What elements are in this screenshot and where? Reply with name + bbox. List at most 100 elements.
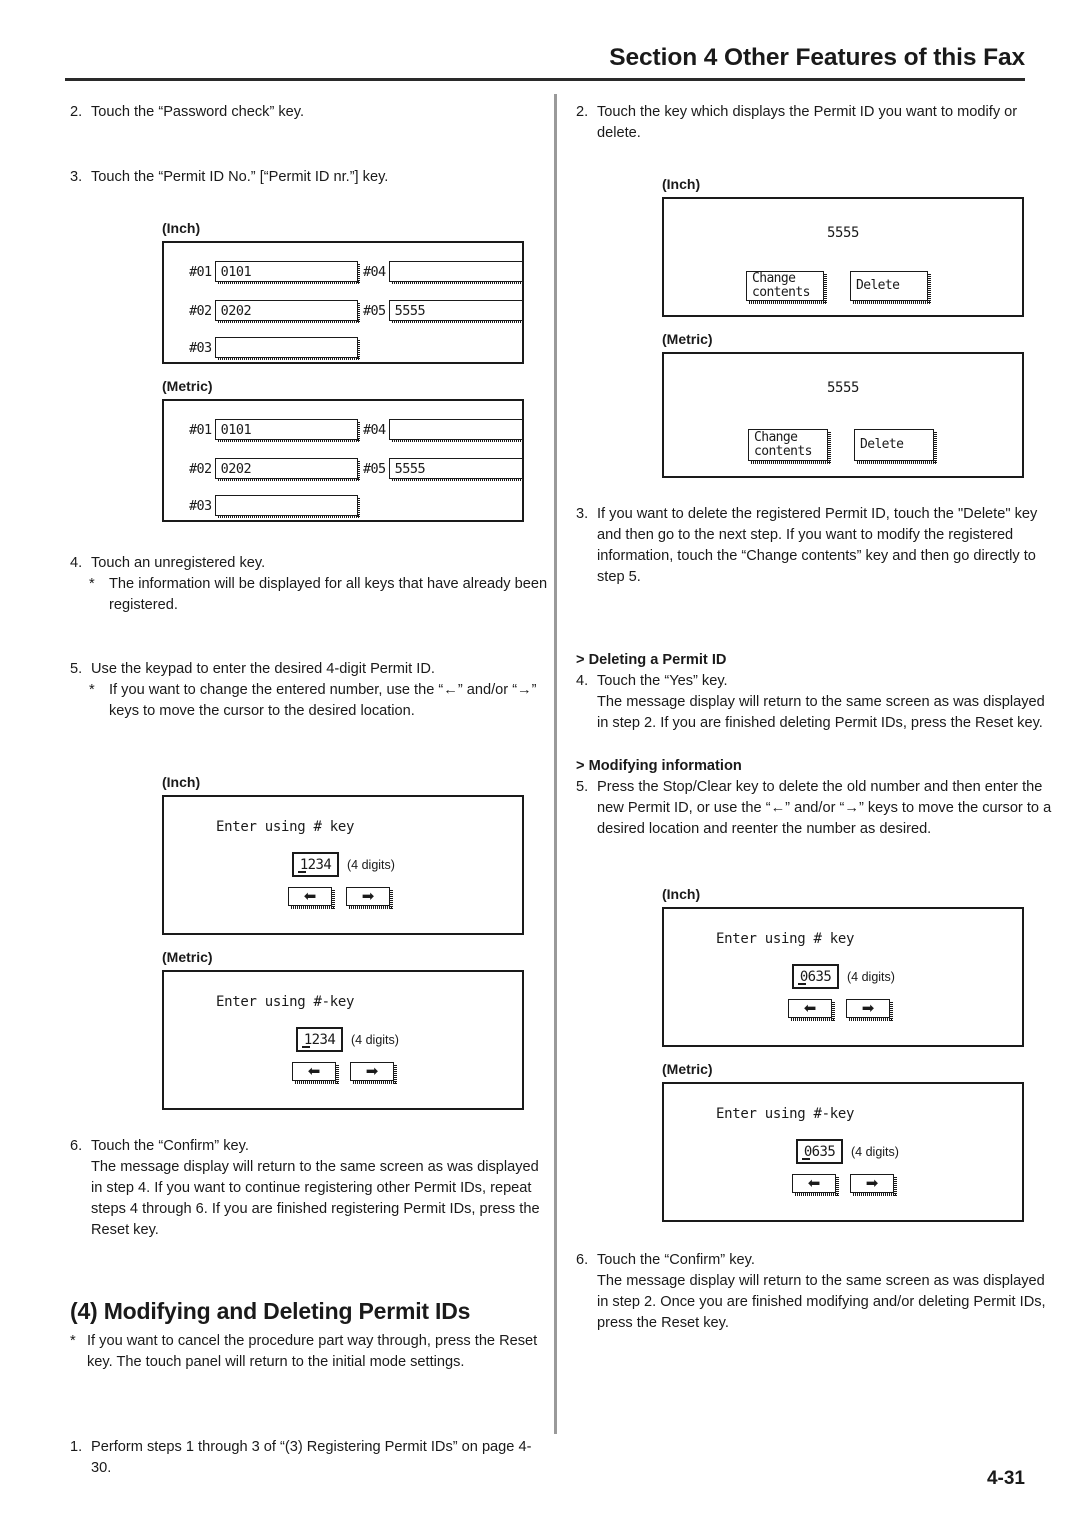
- permit-key-box[interactable]: 0202: [214, 300, 360, 323]
- left-step-6-body: The message display will return to the s…: [91, 1159, 540, 1238]
- figure-label-metric: (Metric): [662, 331, 713, 347]
- arrow-right-glyph: ➡: [365, 1062, 379, 1080]
- right-step-3-number: 3.: [576, 506, 589, 522]
- permit-key-box[interactable]: 0202: [214, 458, 360, 481]
- arrow-left-glyph: ⬅: [307, 1062, 321, 1080]
- right-step-2-number: 2.: [576, 104, 589, 120]
- permit-key-label: #01: [189, 263, 212, 280]
- permit-key-label: #05: [363, 302, 386, 319]
- entry-figure-metric-right: (Metric) Enter using #-key 0635 (4 digit…: [662, 1059, 1056, 1222]
- cursor-left-icon[interactable]: ⬅: [288, 887, 335, 909]
- figure-label-metric: (Metric): [662, 1061, 713, 1077]
- permit-key-box[interactable]: 5555: [388, 458, 522, 481]
- change-contents-button[interactable]: Change contents: [748, 429, 831, 464]
- permit-key-row[interactable]: #01 0101: [189, 261, 360, 284]
- permit-key-row[interactable]: #04: [363, 261, 522, 284]
- cursor-right-icon[interactable]: ➡: [350, 1062, 397, 1084]
- permit-key-box[interactable]: [388, 419, 522, 442]
- lcd-entry-metric-right: Enter using #-key 0635 (4 digits) ⬅ ➡: [662, 1082, 1024, 1222]
- permit-id-display: 5555: [826, 380, 860, 396]
- left-step-6-number: 6.: [70, 1138, 83, 1154]
- permit-key-row[interactable]: #03: [189, 495, 360, 518]
- permit-id-input[interactable]: 1234: [296, 1027, 343, 1052]
- permit-key-label: #04: [363, 421, 386, 438]
- cursor-left-icon[interactable]: ⬅: [792, 1174, 839, 1196]
- left-step-5-note: * If you want to change the entered numb…: [70, 680, 550, 722]
- permit-key-row[interactable]: #04: [363, 419, 522, 442]
- permit-id-value: 0635: [799, 968, 832, 985]
- permit-key-box[interactable]: 0101: [214, 261, 360, 284]
- left-step-4-note: * The information will be displayed for …: [70, 574, 550, 616]
- delete-button[interactable]: Delete: [850, 271, 931, 304]
- entry-prompt: Enter using #-key: [216, 994, 355, 1010]
- right-step-6: 6. Touch the “Confirm” key.: [576, 1250, 1056, 1271]
- modify-figure-metric: (Metric) 5555 Change contents Delete: [662, 329, 1056, 478]
- left-step-4-note-star: *: [89, 576, 95, 592]
- permit-key-box[interactable]: [214, 495, 360, 518]
- permit-key-value: 0202: [220, 460, 252, 477]
- permit-key-row[interactable]: #03: [189, 337, 360, 360]
- text-cursor: [298, 871, 306, 873]
- digits-note: (4 digits): [351, 1033, 399, 1047]
- arrow-right-glyph: ➡: [865, 1174, 879, 1192]
- subheading-deleting-permit-id: > Deleting a Permit ID: [576, 652, 727, 668]
- lcd-entry-inch-left: Enter using # key 1234 (4 digits) ⬅ ➡: [162, 795, 524, 935]
- right-step-6-number: 6.: [576, 1252, 589, 1268]
- permit-key-value: 0202: [220, 302, 252, 319]
- delete-button-label: Delete: [860, 437, 904, 452]
- header-rule: [65, 78, 1025, 81]
- delete-button[interactable]: Delete: [854, 429, 937, 464]
- permit-key-label: #03: [189, 339, 212, 356]
- permit-id-display: 5555: [826, 225, 860, 241]
- change-contents-button[interactable]: Change contents: [746, 271, 827, 304]
- permit-key-row[interactable]: #05 5555: [363, 300, 522, 323]
- cursor-right-icon[interactable]: ➡: [850, 1174, 897, 1196]
- permit-key-label: #03: [189, 497, 212, 514]
- permit-id-input[interactable]: 1234: [292, 852, 339, 877]
- page-header: Section 4 Other Features of this Fax: [65, 44, 1025, 80]
- right-step-5-text: Press the Stop/Clear key to delete the o…: [597, 779, 1052, 837]
- permit-key-box[interactable]: 0101: [214, 419, 360, 442]
- change-contents-line2: contents: [754, 444, 812, 459]
- cursor-left-icon[interactable]: ⬅: [788, 999, 835, 1021]
- permit-key-row[interactable]: #01 0101: [189, 419, 360, 442]
- permit-id-input[interactable]: 0635: [792, 964, 839, 989]
- permit-key-row[interactable]: #05 5555: [363, 458, 522, 481]
- left-step-4-note-text: The information will be displayed for al…: [109, 576, 548, 613]
- left-step-5: 5. Use the keypad to enter the desired 4…: [70, 659, 550, 680]
- page-number: 4-31: [986, 1468, 1025, 1489]
- entry-figure-metric-left: (Metric) Enter using #-key 1234 (4 digit…: [162, 947, 550, 1110]
- right-step-5-number: 5.: [576, 779, 589, 795]
- cursor-right-icon[interactable]: ➡: [846, 999, 893, 1021]
- left-step-1-text: Perform steps 1 through 3 of “(3) Regist…: [91, 1439, 532, 1476]
- right-step-5: 5. Press the Stop/Clear key to delete th…: [576, 777, 1056, 840]
- cursor-left-icon[interactable]: ⬅: [292, 1062, 339, 1084]
- permit-key-value: 5555: [394, 460, 426, 477]
- change-contents-line1: Change: [754, 430, 798, 445]
- right-step-6-text: Touch the “Confirm” key.: [597, 1252, 755, 1268]
- section-heading-modifying-deleting: (4) Modifying and Deleting Permit IDs: [70, 1298, 471, 1324]
- permit-key-label: #05: [363, 460, 386, 477]
- text-cursor: [798, 983, 806, 985]
- permit-key-row[interactable]: #02 0202: [189, 300, 360, 323]
- subheading-modifying-information: > Modifying information: [576, 758, 742, 774]
- right-step-4: 4. Touch the “Yes” key.: [576, 671, 1056, 692]
- left-step-5-note-star: *: [89, 682, 95, 698]
- left-step-1: 1. Perform steps 1 through 3 of “(3) Reg…: [70, 1437, 550, 1479]
- entry-figure-inch-right: (Inch) Enter using # key 0635 (4 digits)…: [662, 884, 1056, 1047]
- arrow-left-glyph: ⬅: [807, 1174, 821, 1192]
- lcd-modify-metric: 5555 Change contents Delete: [662, 352, 1024, 478]
- permit-id-input[interactable]: 0635: [796, 1139, 843, 1164]
- entry-figure-inch-left: (Inch) Enter using # key 1234 (4 digits)…: [162, 772, 550, 935]
- permit-key-box[interactable]: [214, 337, 360, 360]
- permit-key-box[interactable]: 5555: [388, 300, 522, 323]
- permit-key-label: #01: [189, 421, 212, 438]
- section-note-star: *: [70, 1333, 76, 1349]
- arrow-right-glyph: ➡: [361, 887, 375, 905]
- permit-key-value: 5555: [394, 302, 426, 319]
- cursor-right-icon[interactable]: ➡: [346, 887, 393, 909]
- permit-id-value: 1234: [299, 856, 332, 873]
- right-step-4-text: Touch the “Yes” key.: [597, 673, 728, 689]
- permit-key-box[interactable]: [388, 261, 522, 284]
- permit-key-row[interactable]: #02 0202: [189, 458, 360, 481]
